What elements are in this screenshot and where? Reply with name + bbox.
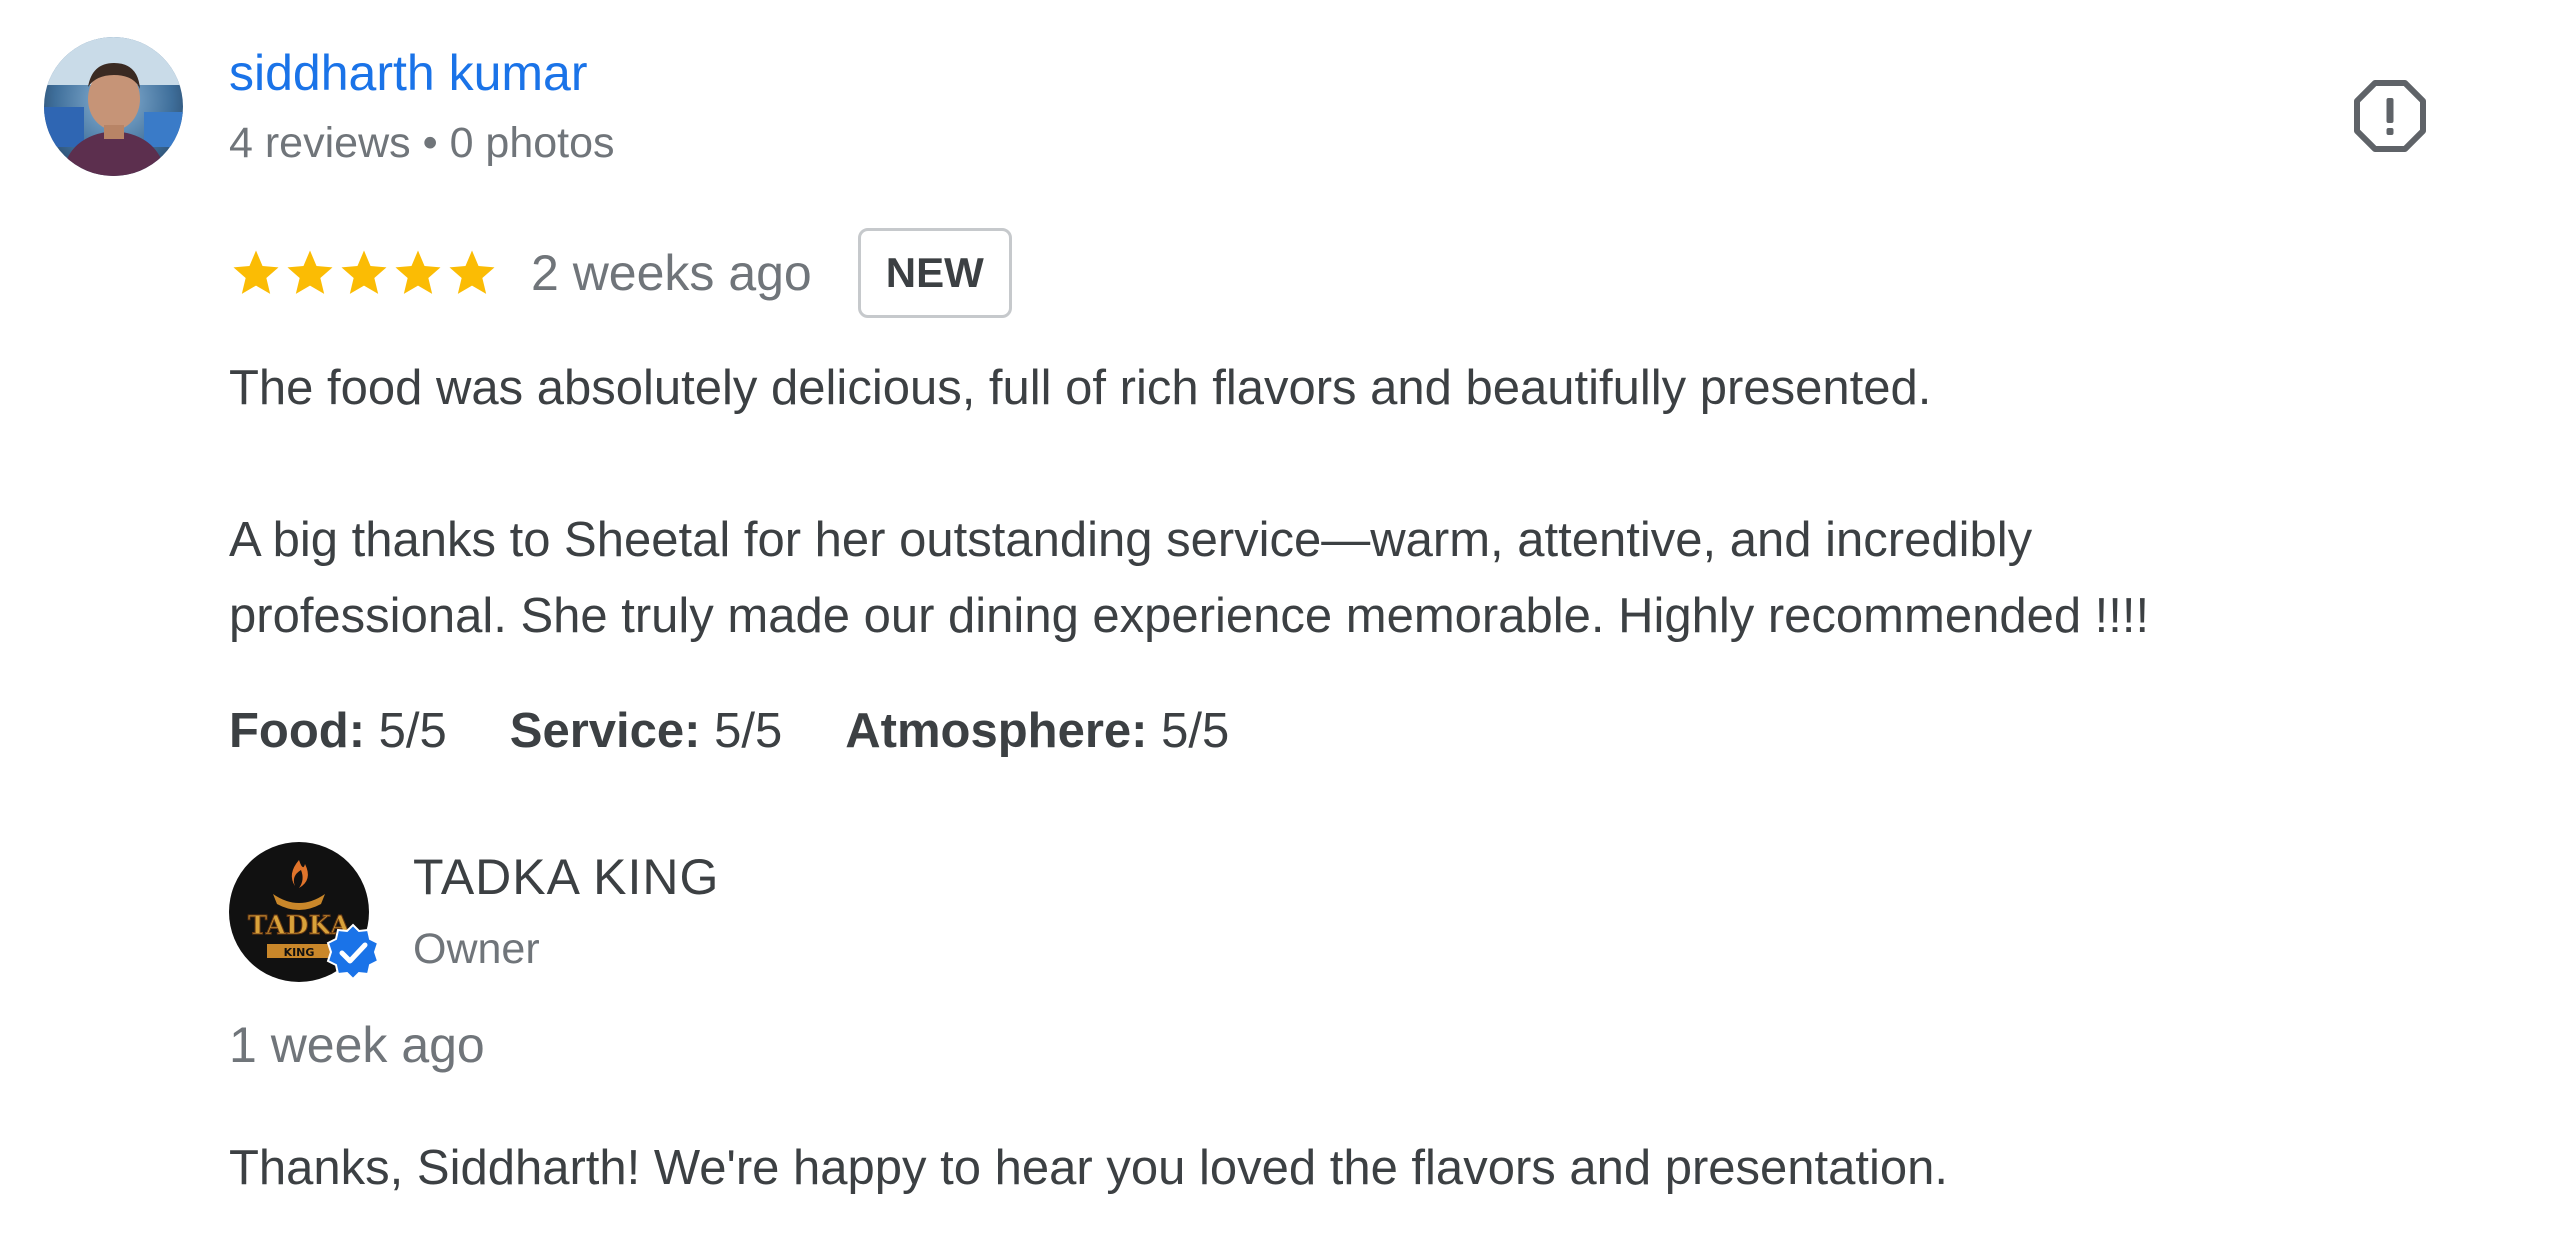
rating-row: 2 weeks ago NEW <box>229 228 1012 318</box>
reviewer-meta: 4 reviews • 0 photos <box>229 119 615 167</box>
reviewer-avatar[interactable] <box>44 37 183 176</box>
sub-rating-food: Food: 5/5 <box>229 696 447 766</box>
reply-text: Thanks, Siddharth! We're happy to hear y… <box>229 1141 1949 1195</box>
review-paragraph: A big thanks to Sheetal for her outstand… <box>229 513 2033 567</box>
review-paragraph: professional. She truly made our dining … <box>229 589 2150 643</box>
owner-name: TADKA KING <box>413 849 720 905</box>
report-button[interactable] <box>2352 78 2428 154</box>
sub-rating-value: 5/5 <box>1161 704 1230 758</box>
star-icon <box>395 250 441 294</box>
review-time: 2 weeks ago <box>531 245 812 301</box>
reviewer-name[interactable]: siddharth kumar <box>229 44 588 102</box>
sub-rating-service: Service: 5/5 <box>510 696 782 766</box>
verified-badge-icon <box>326 923 380 981</box>
star-icon <box>449 250 495 294</box>
report-octagon-icon <box>2354 80 2426 152</box>
star-icon <box>341 250 387 294</box>
star-rating <box>229 246 499 300</box>
review-text: The food was absolutely delicious, full … <box>229 350 2449 654</box>
sub-ratings: Food: 5/5 Service: 5/5 Atmosphere: 5/5 <box>229 696 1292 766</box>
review-card: siddharth kumar 4 reviews • 0 photos 2 w… <box>0 0 2560 1250</box>
review-paragraph: The food was absolutely delicious, full … <box>229 361 1932 415</box>
logo-subtext: KING <box>284 946 315 959</box>
sub-rating-label: Food: <box>229 704 366 758</box>
new-badge: NEW <box>857 228 1012 318</box>
star-icon <box>233 250 279 294</box>
sub-rating-value: 5/5 <box>378 704 447 758</box>
sub-rating-label: Service: <box>509 704 701 758</box>
owner-role: Owner <box>413 925 540 973</box>
reply-time: 1 week ago <box>229 1017 485 1073</box>
sub-rating-value: 5/5 <box>714 704 783 758</box>
owner-avatar[interactable]: TADKA KING <box>229 842 380 982</box>
sub-rating-label: Atmosphere: <box>845 704 1148 758</box>
star-icon <box>287 250 333 294</box>
sub-rating-atmosphere: Atmosphere: 5/5 <box>845 696 1229 766</box>
user-photo-avatar-icon <box>44 37 183 176</box>
